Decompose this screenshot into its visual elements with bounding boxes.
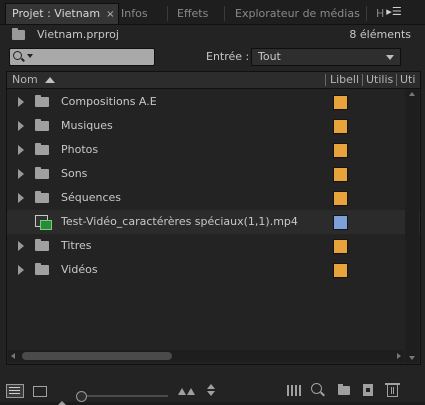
tab-project-label: Projet : Vietnam (12, 7, 101, 20)
trash-icon[interactable] (385, 383, 400, 397)
tab-media-browser[interactable]: Explorateur de médias (235, 4, 360, 24)
column-header-name[interactable]: Nom (12, 72, 38, 88)
new-bin-icon[interactable] (338, 384, 350, 395)
label-color-swatch[interactable] (333, 239, 348, 254)
project-filename: Vietnam.prproj (37, 28, 119, 41)
list-item[interactable]: Séquences (7, 186, 420, 210)
label-color-swatch[interactable] (333, 119, 348, 134)
folder-icon (35, 263, 49, 275)
list-item[interactable]: Titres (7, 234, 420, 258)
list-item[interactable]: Test-Vidéo_caractérères spéciaux(1,1).mp… (7, 210, 420, 234)
label-color-swatch[interactable] (333, 143, 348, 158)
sort-ascending-icon[interactable] (45, 77, 55, 83)
vertical-scrollbar[interactable] (405, 89, 419, 363)
project-items-list: Nom Libell Utilis Uti Compositions A.E Mu… (6, 71, 421, 365)
item-name: Séquences (61, 191, 121, 204)
folder-icon (35, 143, 49, 155)
label-color-swatch[interactable] (333, 263, 348, 278)
scroll-right-icon[interactable] (397, 353, 401, 359)
expand-triangle-icon[interactable] (18, 145, 24, 155)
horizontal-scrollbar[interactable] (8, 350, 404, 362)
item-name: Test-Vidéo_caractérères spéciaux(1,1).mp… (61, 215, 298, 228)
folder-icon (35, 191, 49, 203)
column-divider[interactable] (325, 74, 326, 86)
scroll-up-icon[interactable] (409, 92, 415, 96)
tab-divider (224, 6, 225, 21)
column-header-label[interactable]: Libell (330, 72, 359, 88)
zoom-out-icon[interactable] (58, 389, 66, 405)
tab-project[interactable]: Projet : Vietnam × (5, 3, 119, 24)
new-item-icon[interactable] (363, 384, 373, 396)
expand-triangle-icon[interactable] (18, 169, 24, 179)
search-icon (13, 51, 22, 60)
expand-triangle-icon[interactable] (18, 97, 24, 107)
project-panel: Projet : Vietnam × Infos Effets Explorate… (0, 0, 425, 405)
folder-icon (35, 95, 49, 107)
tab-bar: Projet : Vietnam × Infos Effets Explorate… (0, 0, 425, 25)
folder-icon (35, 119, 49, 131)
project-icon (12, 28, 25, 40)
panel-menu-icon[interactable]: ▸☰ (383, 5, 405, 19)
column-header-third[interactable]: Uti (400, 72, 415, 88)
video-file-icon (35, 215, 52, 230)
expand-triangle-icon[interactable] (18, 121, 24, 131)
column-divider[interactable] (362, 74, 363, 86)
scroll-left-icon[interactable] (11, 353, 15, 359)
label-color-swatch[interactable] (333, 167, 348, 182)
entree-label: Entrée : (206, 50, 250, 63)
icon-view-icon[interactable] (33, 386, 47, 397)
item-count: 8 éléments (349, 28, 411, 41)
find-icon[interactable] (311, 383, 322, 394)
item-name: Sons (61, 167, 88, 180)
automate-to-sequence-icon[interactable] (287, 385, 303, 396)
list-item[interactable]: Sons (7, 162, 420, 186)
chevron-down-icon (386, 55, 394, 60)
search-input[interactable] (9, 48, 155, 66)
item-name: Titres (61, 239, 92, 252)
chevron-down-icon[interactable] (27, 54, 33, 58)
label-color-swatch[interactable] (333, 191, 348, 206)
list-item[interactable]: Vidéos (7, 258, 420, 282)
entree-select-value: Tout (258, 50, 281, 63)
item-name: Compositions A.E (61, 95, 157, 108)
item-name: Photos (61, 143, 99, 156)
folder-icon (35, 239, 49, 251)
label-color-swatch[interactable] (333, 215, 348, 230)
expand-triangle-icon[interactable] (18, 265, 24, 275)
list-view-icon[interactable] (6, 384, 24, 398)
folder-icon (35, 167, 49, 179)
entree-select[interactable]: Tout (251, 48, 401, 66)
bottom-toolbar (0, 378, 425, 405)
list-item[interactable]: Compositions A.E (7, 90, 420, 114)
zoom-in-icon[interactable] (178, 388, 196, 396)
zoom-slider[interactable] (82, 395, 168, 397)
tab-divider (167, 6, 168, 21)
column-header-usage[interactable]: Utilis (366, 72, 393, 88)
item-name: Vidéos (61, 263, 98, 276)
horizontal-scroll-thumb[interactable] (22, 352, 172, 360)
scroll-down-icon[interactable] (409, 356, 415, 360)
list-item[interactable]: Photos (7, 138, 420, 162)
zoom-slider-handle[interactable] (76, 391, 87, 402)
list-item[interactable]: Musiques (7, 114, 420, 138)
expand-triangle-icon[interactable] (18, 241, 24, 251)
column-header-row: Nom Libell Utilis Uti (7, 72, 420, 89)
expand-triangle-icon[interactable] (18, 193, 24, 203)
sort-icons-icon[interactable] (206, 384, 216, 398)
tab-divider (113, 6, 114, 21)
column-divider[interactable] (396, 74, 397, 86)
tab-divider (366, 6, 367, 21)
label-color-swatch[interactable] (333, 95, 348, 110)
item-name: Musiques (61, 119, 113, 132)
tab-effets[interactable]: Effets (177, 4, 208, 24)
tab-infos[interactable]: Infos (121, 4, 148, 24)
